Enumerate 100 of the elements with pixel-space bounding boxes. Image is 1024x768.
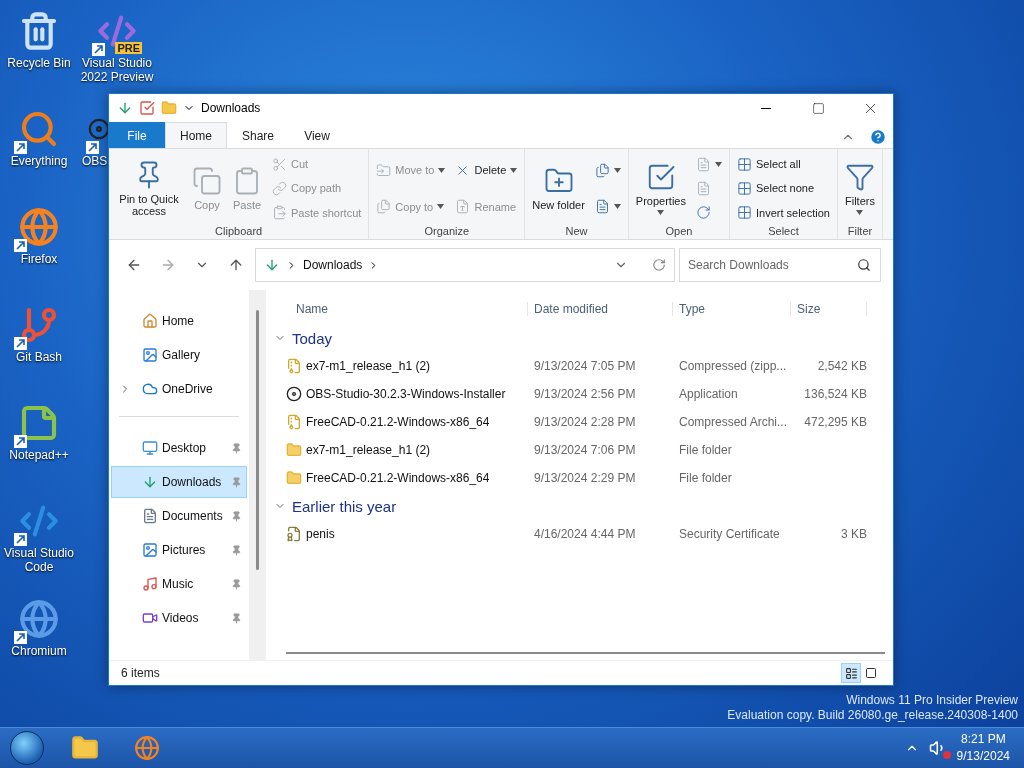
home-icon <box>142 313 158 329</box>
file-name[interactable]: FreeCAD-0.21.2-Windows-x86_64 <box>274 414 528 430</box>
ribbon-button[interactable]: Select none <box>734 180 833 197</box>
download-icon[interactable] <box>117 100 133 116</box>
notice-text: Evaluation copy. Build 26080.ge_release.240308-1400 <box>727 708 1018 723</box>
column-header[interactable]: Name <box>274 302 528 316</box>
group-label: New <box>564 225 589 239</box>
table-cell-text: 2,542 KB <box>816 359 867 373</box>
file-name[interactable]: penis <box>274 526 528 542</box>
table-cell-text: 9/13/2024 2:29 PM <box>533 471 637 485</box>
desktop-icon-label[interactable]: Visual Studio 2022 Preview <box>79 56 155 84</box>
folder-icon <box>286 442 302 458</box>
copy-icon <box>192 166 222 196</box>
nav-item[interactable]: Music <box>111 568 247 600</box>
firefox-icon[interactable] <box>19 207 59 247</box>
ribbon-tab[interactable]: Home <box>165 122 227 148</box>
nav-item[interactable]: Downloads <box>111 466 247 498</box>
recycle-bin-icon[interactable] <box>19 11 59 51</box>
table-cell-text: Security Certificate <box>678 527 781 541</box>
desktop-icon-label[interactable]: Chromium <box>1 644 77 658</box>
file-name[interactable]: FreeCAD-0.21.2-Windows-x86_64 <box>274 470 528 486</box>
address-bar[interactable]: Downloads <box>255 248 675 282</box>
group-header[interactable]: Earlier this year <box>274 492 893 520</box>
downloads-icon <box>142 474 158 490</box>
group-header[interactable]: Today <box>274 324 893 352</box>
folder-icon <box>286 470 302 486</box>
clock[interactable]: 8:21 PM 9/13/2024 <box>956 731 1010 765</box>
group-label: Organize <box>423 225 471 239</box>
table-cell-text: 136,524 KB <box>803 387 867 401</box>
column-header[interactable]: Type <box>673 302 791 316</box>
link-icon <box>272 181 287 196</box>
notepad-icon[interactable] <box>19 403 59 443</box>
view-button[interactable] <box>841 663 861 683</box>
desktop-icon-label[interactable]: Visual Studio Code <box>1 546 77 574</box>
folder-icon <box>71 734 99 762</box>
videos-icon <box>142 610 158 626</box>
file-name[interactable]: ex7-m1_release_h1 (2) <box>274 442 528 458</box>
table-cell-text: Compressed (zipp... <box>678 359 788 373</box>
table-cell-text: 9/13/2024 7:05 PM <box>533 359 637 373</box>
document-icon <box>594 199 610 215</box>
desktop-icon-label[interactable]: OBS <box>82 154 108 168</box>
group-label: Select <box>767 225 800 239</box>
ribbon-button[interactable]: Properties <box>632 160 689 217</box>
start-orb-icon <box>10 731 44 765</box>
magnifier-icon[interactable] <box>19 109 59 149</box>
ribbon-tab[interactable]: File <box>109 122 165 148</box>
nav-item[interactable]: OneDrive <box>111 373 247 405</box>
file-name[interactable]: ex7-m1_release_h1 (2) <box>274 358 528 374</box>
git-icon[interactable] <box>19 305 59 345</box>
paste-shortcut-icon <box>272 205 287 221</box>
documents-icon <box>142 508 158 524</box>
table-cell-text: 472,295 KB <box>803 415 867 429</box>
file-name[interactable]: OBS-Studio-30.2.3-Windows-Installer <box>274 386 528 402</box>
details-view-icon <box>844 666 858 680</box>
properties-icon[interactable] <box>139 100 155 116</box>
music-icon <box>142 576 158 592</box>
rename-icon <box>455 199 471 215</box>
refresh-icon[interactable] <box>652 258 666 272</box>
cloud-icon <box>142 381 158 397</box>
chromium-icon[interactable] <box>19 599 59 639</box>
pictures-icon <box>142 542 158 558</box>
table-cell-text: 9/13/2024 2:56 PM <box>533 387 637 401</box>
table-cell-text: 4/16/2024 4:44 PM <box>533 527 637 541</box>
breadcrumb[interactable]: Downloads <box>303 258 363 272</box>
table-cell-text: File folder <box>678 471 733 485</box>
help-icon <box>869 128 887 146</box>
window-title: Downloads <box>201 101 262 115</box>
copy-to-icon <box>376 199 392 215</box>
notice-text: Windows 11 Pro Insider Preview <box>846 693 1018 708</box>
nav-item[interactable]: Desktop <box>111 432 247 464</box>
ribbon-button[interactable]: Select all <box>734 155 833 173</box>
forward-icon <box>160 257 176 273</box>
ribbon-button[interactable]: New folder <box>529 164 588 213</box>
nav-item[interactable]: Home <box>111 305 247 337</box>
desktop-icon-label[interactable]: Git Bash <box>1 350 77 364</box>
ribbon-button[interactable]: Filters <box>841 160 878 217</box>
nav-item[interactable]: Videos <box>111 602 247 634</box>
obs-icon[interactable] <box>88 118 110 140</box>
column-header[interactable]: Date modified <box>528 302 673 316</box>
desktop-icon-label[interactable]: Firefox <box>1 252 77 266</box>
file-icon <box>286 414 302 430</box>
open-icon <box>696 156 711 172</box>
desktop-icon-label[interactable]: Recycle Bin <box>1 56 77 70</box>
nav-item[interactable]: Pictures <box>111 534 247 566</box>
search-field[interactable]: Search Downloads <box>679 248 881 282</box>
group-label: Clipboard <box>214 225 264 239</box>
table-cell-text: 9/13/2024 7:06 PM <box>533 443 637 457</box>
nav-item[interactable]: Documents <box>111 500 247 532</box>
scissors-icon <box>272 156 287 172</box>
ribbon-button[interactable]: Delete <box>452 161 521 179</box>
status-text: 6 items <box>121 666 160 680</box>
table-cell-text: File folder <box>678 443 733 457</box>
group-label: Open <box>664 225 694 239</box>
nav-item[interactable]: Gallery <box>111 339 247 371</box>
desktop-icon-label[interactable]: Notepad++ <box>1 448 77 462</box>
table-cell-text: 3 KB <box>840 527 867 541</box>
column-header[interactable]: Size <box>791 302 867 316</box>
desktop-icon-label[interactable]: Everything <box>1 154 77 168</box>
ribbon-button[interactable]: Invert selection <box>734 204 833 222</box>
ribbon-button[interactable]: Pin to Quick access <box>113 158 185 219</box>
